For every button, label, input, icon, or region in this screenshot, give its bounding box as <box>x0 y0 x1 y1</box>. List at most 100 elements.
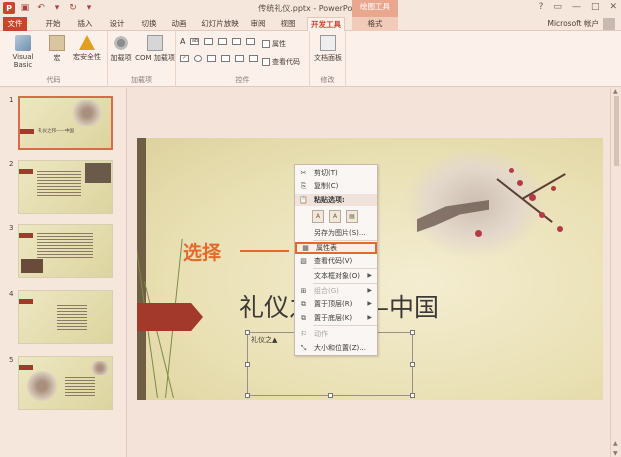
group-code: Visual Basic 宏 宏安全性 代码 <box>0 31 108 87</box>
textbox-control-icon[interactable]: ab <box>190 38 200 45</box>
plum-blossom <box>557 226 563 232</box>
menu-item-save-as-picture[interactable]: 另存为图片(S)... <box>295 227 377 239</box>
scroll-next-icon[interactable]: ▼ <box>613 450 618 457</box>
menu-item-view-code[interactable]: ▧ 查看代码(V) <box>295 255 377 267</box>
tab-insert[interactable]: 插入 <box>72 17 98 31</box>
tab-review[interactable]: 审阅 <box>246 17 270 31</box>
spin-control-icon[interactable] <box>246 38 256 45</box>
send-to-back-icon: ⧉ <box>301 314 306 322</box>
vertical-scrollbar[interactable]: ▲ ▲ ▼ <box>610 88 621 457</box>
menu-item-send-to-back[interactable]: ⧉ 置于底层(K) ▶ <box>295 312 377 324</box>
ribbon-display-icon[interactable]: ▭ <box>553 2 562 12</box>
tab-transitions[interactable]: 切换 <box>136 17 162 31</box>
paste-picture-icon[interactable]: ▤ <box>346 210 358 223</box>
scroll-up-icon[interactable]: ▲ <box>613 88 618 95</box>
avatar[interactable] <box>603 18 615 30</box>
tab-view[interactable]: 视图 <box>276 17 300 31</box>
tab-slideshow[interactable]: 幻灯片放映 <box>198 17 242 31</box>
resize-handle[interactable] <box>245 330 250 335</box>
resize-handle[interactable] <box>245 393 250 398</box>
tab-developer[interactable]: 开发工具 <box>307 17 345 31</box>
more-controls-icon[interactable] <box>249 55 258 62</box>
document-panel-button[interactable]: 文档面板 <box>311 35 345 63</box>
slide-thumbnail-5[interactable] <box>18 356 113 410</box>
visual-basic-icon <box>15 35 31 51</box>
textbox-content[interactable]: 礼仪之▲ <box>251 335 277 345</box>
visual-basic-button[interactable]: Visual Basic <box>3 35 43 69</box>
help-icon[interactable]: ? <box>539 2 544 12</box>
com-addins-button[interactable]: COM 加载项 <box>134 35 176 63</box>
thumb-text-lines <box>65 377 95 397</box>
account-name[interactable]: Microsoft 帐户 <box>547 18 599 29</box>
clipboard-icon: 📋 <box>299 196 308 204</box>
menu-item-label: 粘贴选项: <box>314 196 345 204</box>
paste-keep-format-icon[interactable]: A <box>329 210 341 223</box>
resize-handle[interactable] <box>245 362 250 367</box>
maximize-icon[interactable]: □ <box>591 2 600 12</box>
submenu-arrow-icon: ▶ <box>367 314 372 321</box>
menu-item-size-position[interactable]: ⤡ 大小和位置(Z)... <box>295 342 377 354</box>
slide-thumbnail-4[interactable] <box>18 290 113 344</box>
menu-item-properties[interactable]: ▦ 属性表 <box>295 242 377 254</box>
checkbox-control-icon[interactable]: ✓ <box>180 55 189 62</box>
menu-item-bring-to-front[interactable]: ⧉ 置于顶层(R) ▶ <box>295 298 377 310</box>
slide-thumbnail-1[interactable]: 礼仪之邦——中国 <box>18 96 113 150</box>
menu-paste-options-header: 📋 粘贴选项: <box>295 194 377 206</box>
tab-file[interactable]: 文件 <box>3 17 27 31</box>
scissors-icon: ✂ <box>300 169 307 177</box>
tab-home[interactable]: 开始 <box>40 17 66 31</box>
properties-button[interactable]: 属性 <box>262 39 286 49</box>
com-addin-icon <box>147 35 163 51</box>
scroll-prev-icon[interactable]: ▲ <box>613 440 618 447</box>
tab-animations[interactable]: 动画 <box>166 17 192 31</box>
scrollbar-control-icon[interactable] <box>232 38 242 45</box>
menu-item-label: 组合(G) <box>314 287 339 295</box>
resize-handle[interactable] <box>410 330 415 335</box>
menu-item-label: 复制(C) <box>314 182 339 190</box>
properties-label: 属性 <box>272 40 286 48</box>
thumb-text-lines <box>37 233 93 259</box>
menu-item-textbox-object[interactable]: 文本框对象(O) ▶ <box>295 270 377 282</box>
label-control-icon[interactable]: A <box>180 37 185 46</box>
button-control-icon[interactable] <box>204 38 214 45</box>
close-icon[interactable]: ✕ <box>609 2 617 12</box>
menu-item-label: 剪切(T) <box>314 169 338 177</box>
menu-item-cut[interactable]: ✂ 剪切(T) <box>295 167 377 179</box>
slide-thumbnail-2[interactable] <box>18 160 113 214</box>
group-label-addins: 加载项 <box>131 76 152 84</box>
ribbon-tabs: 文件 开始 插入 设计 切换 动画 幻灯片放映 审阅 视图 开发工具 格式 Mi… <box>0 17 621 31</box>
combobox-control-icon[interactable] <box>207 55 216 62</box>
addins-button[interactable]: 加载项 <box>108 35 134 63</box>
warning-icon <box>79 35 95 50</box>
tab-design[interactable]: 设计 <box>104 17 130 31</box>
resize-handle[interactable] <box>410 393 415 398</box>
view-code-button[interactable]: 查看代码 <box>262 57 300 67</box>
menu-item-group[interactable]: ⊞ 组合(G) ▶ <box>295 285 377 297</box>
thumb-number: 2 <box>9 160 14 168</box>
plum-blossom <box>551 186 556 191</box>
gear-icon <box>113 35 129 51</box>
radio-control-icon[interactable] <box>194 55 202 62</box>
ribbon: Visual Basic 宏 宏安全性 代码 加载项 COM 加载项 加载项 A… <box>0 31 621 87</box>
thumb-arrow <box>20 129 34 134</box>
resize-handle[interactable] <box>328 393 333 398</box>
thumb-picture <box>89 361 111 375</box>
macro-security-button[interactable]: 宏安全性 <box>70 35 104 62</box>
menu-item-action[interactable]: ⚐ 动作 <box>295 328 377 340</box>
scrollbar-thumb[interactable] <box>614 96 619 166</box>
image-control-icon[interactable] <box>218 38 228 45</box>
plum-blossom <box>529 194 536 201</box>
thumb-number: 5 <box>9 356 14 364</box>
slide-thumbnail-3[interactable] <box>18 224 113 278</box>
menu-item-copy[interactable]: ⎘ 复制(C) <box>295 180 377 192</box>
toggle-control-icon[interactable] <box>235 55 244 62</box>
minimize-icon[interactable]: — <box>572 2 581 12</box>
resize-handle[interactable] <box>410 362 415 367</box>
paste-theme-icon[interactable]: A <box>312 210 324 223</box>
macro-button[interactable]: 宏 <box>46 35 68 63</box>
listbox-control-icon[interactable] <box>221 55 230 62</box>
tab-format[interactable]: 格式 <box>352 17 398 31</box>
properties-sheet-icon: ▦ <box>302 244 309 252</box>
thumb-picture <box>85 163 111 183</box>
menu-item-label: 置于底层(K) <box>314 314 353 322</box>
